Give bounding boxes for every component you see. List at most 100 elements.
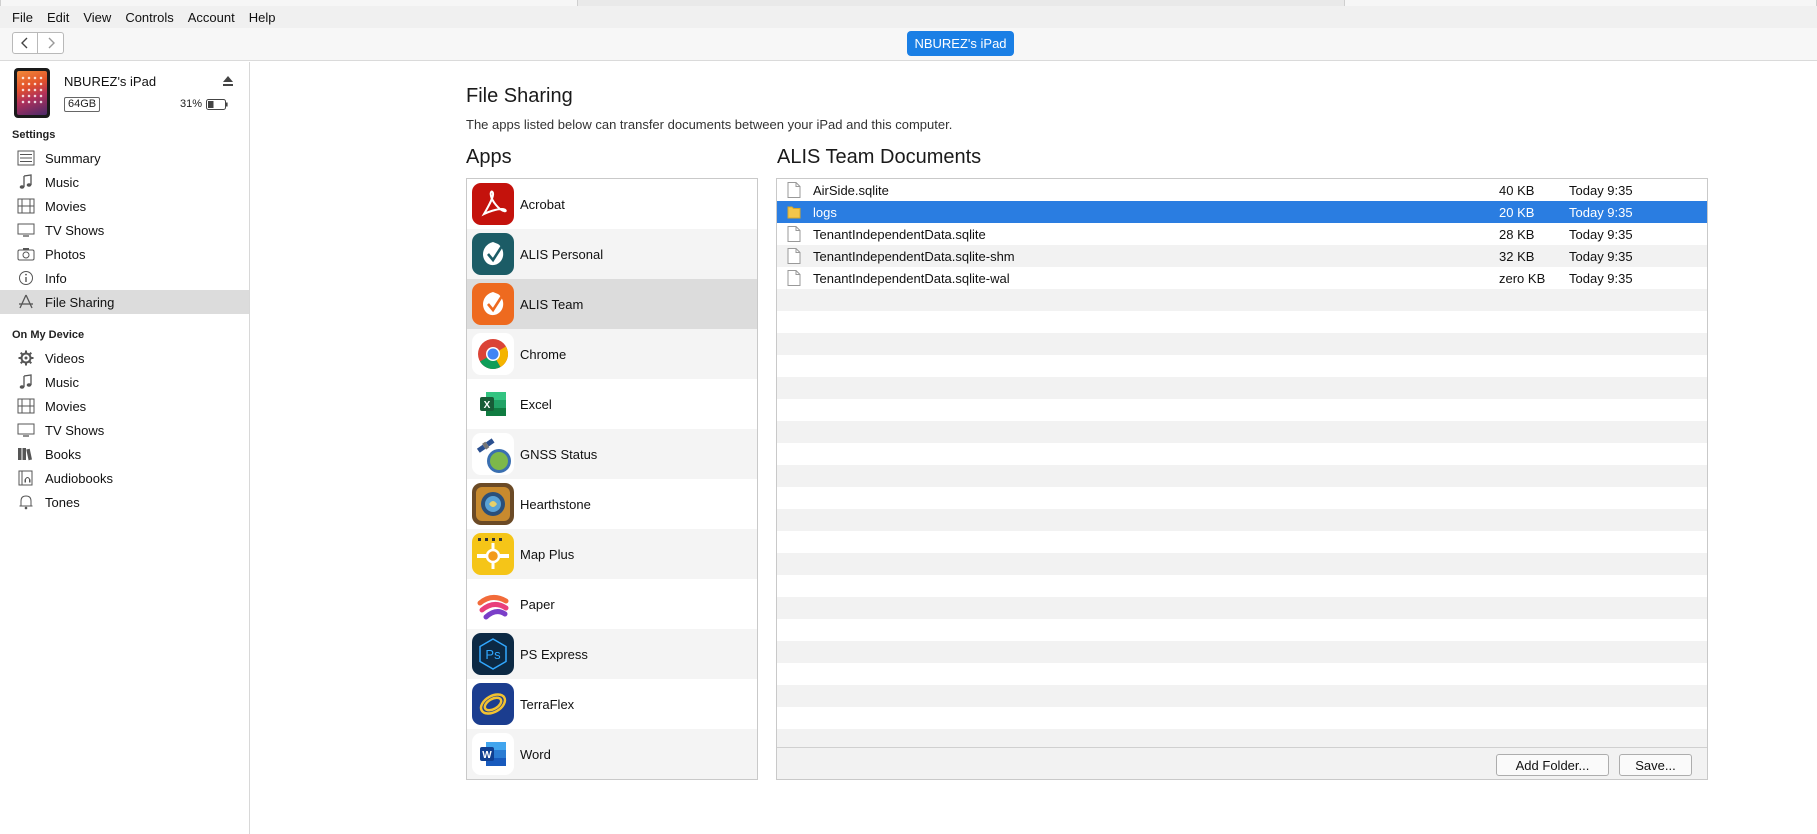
documents-footer: Add Folder... Save...: [777, 747, 1707, 779]
sidebar-item-device-music[interactable]: Music: [0, 370, 249, 394]
list-icon: [17, 150, 35, 166]
acrobat-icon: [472, 183, 514, 225]
battery-icon: [206, 99, 228, 110]
forward-button[interactable]: [38, 32, 64, 54]
empty-row: [777, 487, 1707, 509]
app-row-acrobat[interactable]: Acrobat: [467, 179, 757, 229]
film-icon: [17, 398, 35, 414]
sidebar-item-tv-shows[interactable]: TV Shows: [0, 218, 249, 242]
sidebar-item-info[interactable]: Info: [0, 266, 249, 290]
app-row-word[interactable]: W Word: [467, 729, 757, 779]
sidebar-item-label: File Sharing: [45, 294, 115, 310]
menu-view[interactable]: View: [76, 10, 118, 25]
menu-account[interactable]: Account: [181, 10, 242, 25]
app-row-hearthstone[interactable]: Hearthstone: [467, 479, 757, 529]
svg-text:W: W: [482, 750, 492, 761]
sidebar-item-label: Music: [45, 174, 79, 190]
info-icon: [19, 271, 33, 285]
menu-controls[interactable]: Controls: [118, 10, 180, 25]
ipad-thumbnail: [14, 68, 50, 118]
tv-icon: [17, 423, 35, 437]
empty-row: [777, 443, 1707, 465]
document-date: Today 9:35: [1569, 204, 1633, 220]
excel-icon: X: [472, 383, 514, 425]
sidebar-item-file-sharing[interactable]: File Sharing: [0, 290, 249, 314]
sidebar-item-device-movies[interactable]: Movies: [0, 394, 249, 418]
gear-icon: [18, 350, 34, 366]
sidebar-item-label: Tones: [45, 494, 80, 510]
app-row-alis-personal[interactable]: ALIS Personal: [467, 229, 757, 279]
document-name: TenantIndependentData.sqlite-wal: [813, 270, 1010, 286]
app-row-excel[interactable]: X Excel: [467, 379, 757, 429]
document-size: 20 KB: [1499, 204, 1535, 220]
chevron-right-icon: [48, 37, 55, 49]
on-my-device-list: Videos Music Movies TV Shows Books Audio…: [0, 346, 249, 514]
audiobook-icon: [18, 470, 33, 486]
on-my-device-section-title: On My Device: [12, 329, 85, 341]
music-note-icon: [19, 374, 32, 389]
app-name: ALIS Personal: [520, 246, 604, 262]
app-row-chrome[interactable]: Chrome: [467, 329, 757, 379]
music-note-icon: [19, 174, 32, 189]
menu-edit[interactable]: Edit: [40, 10, 76, 25]
chevron-left-icon: [21, 37, 28, 49]
sidebar-item-books[interactable]: Books: [0, 442, 249, 466]
document-row[interactable]: TenantIndependentData.sqlite-wal zero KB…: [777, 267, 1707, 289]
camera-icon: [17, 248, 35, 261]
app-row-terraflex[interactable]: TerraFlex: [467, 679, 757, 729]
app-row-map-plus[interactable]: Map Plus: [467, 529, 757, 579]
empty-row: [777, 597, 1707, 619]
document-row[interactable]: TenantIndependentData.sqlite-shm 32 KB T…: [777, 245, 1707, 267]
word-icon: W: [472, 733, 514, 775]
hearthstone-icon: [472, 483, 514, 525]
back-button[interactable]: [12, 32, 38, 54]
app-name: Word: [520, 746, 551, 762]
sidebar-item-music[interactable]: Music: [0, 170, 249, 194]
sidebar-item-tones[interactable]: Tones: [0, 490, 249, 514]
documents-rows: AirSide.sqlite 40 KB Today 9:35 logs 20 …: [777, 179, 1707, 751]
menubar: File Edit View Controls Account Help: [0, 6, 1817, 28]
app-row-gnss-status[interactable]: GNSS Status: [467, 429, 757, 479]
menu-help[interactable]: Help: [242, 10, 283, 25]
app-row-paper[interactable]: Paper: [467, 579, 757, 629]
app-row-alis-team[interactable]: ALIS Team: [467, 279, 757, 329]
document-row[interactable]: logs 20 KB Today 9:35: [777, 201, 1707, 223]
app-name: Chrome: [520, 346, 567, 362]
sidebar-item-photos[interactable]: Photos: [0, 242, 249, 266]
sidebar-item-device-tv-shows[interactable]: TV Shows: [0, 418, 249, 442]
sidebar-item-label: Books: [45, 446, 82, 462]
page-title: File Sharing: [466, 85, 573, 107]
sidebar-item-videos[interactable]: Videos: [0, 346, 249, 370]
battery-percent: 31%: [180, 98, 203, 110]
empty-row: [777, 531, 1707, 553]
add-folder-button[interactable]: Add Folder...: [1496, 754, 1609, 776]
documents-title: ALIS Team Documents: [777, 146, 982, 168]
sidebar-item-label: Audiobooks: [45, 470, 113, 486]
empty-row: [777, 619, 1707, 641]
eject-icon[interactable]: [222, 75, 234, 87]
sidebar-item-label: Videos: [45, 350, 85, 366]
alis-personal-icon: [472, 233, 514, 275]
save-button[interactable]: Save...: [1619, 754, 1692, 776]
empty-row: [777, 355, 1707, 377]
terraflex-icon: [472, 683, 514, 725]
book-icon: [18, 448, 32, 461]
sidebar-item-label: Info: [45, 270, 67, 286]
sidebar-item-summary[interactable]: Summary: [0, 146, 249, 170]
document-name: TenantIndependentData.sqlite-shm: [813, 248, 1015, 264]
menu-file[interactable]: File: [5, 10, 40, 25]
apps-title: Apps: [466, 146, 512, 168]
device-button[interactable]: NBUREZ's iPad: [907, 31, 1014, 56]
capacity-badge: 64GB: [64, 97, 101, 112]
sidebar-item-movies[interactable]: Movies: [0, 194, 249, 218]
document-row[interactable]: TenantIndependentData.sqlite 28 KB Today…: [777, 223, 1707, 245]
empty-row: [777, 289, 1707, 311]
film-icon: [17, 198, 35, 214]
navigation-buttons: [12, 32, 64, 54]
sidebar-item-label: TV Shows: [45, 222, 105, 238]
document-name: TenantIndependentData.sqlite: [813, 226, 986, 242]
app-row-ps-express[interactable]: Ps PS Express: [467, 629, 757, 679]
document-row[interactable]: AirSide.sqlite 40 KB Today 9:35: [777, 179, 1707, 201]
svg-text:Ps: Ps: [485, 647, 501, 662]
sidebar-item-audiobooks[interactable]: Audiobooks: [0, 466, 249, 490]
